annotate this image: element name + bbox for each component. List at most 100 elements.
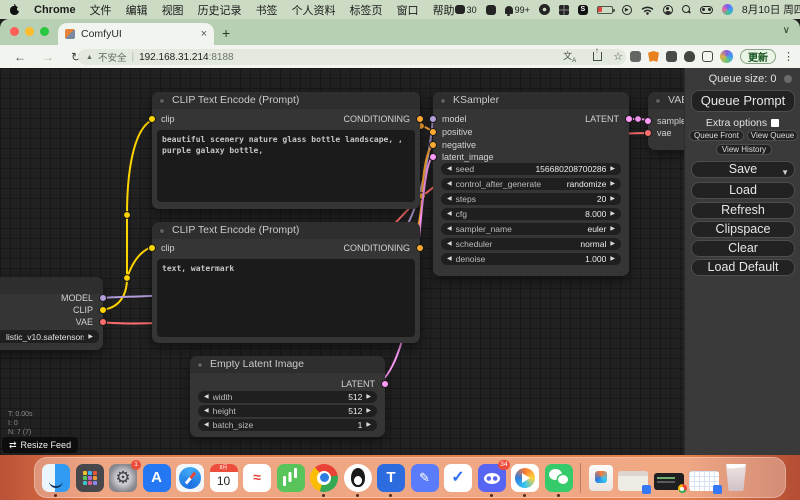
save-dropdown-arrow-icon[interactable]: ▼ xyxy=(781,165,789,180)
widget-sampler-name[interactable]: ◀ sampler_name euler ▶ xyxy=(441,223,621,235)
increment-icon[interactable]: ▶ xyxy=(366,419,371,431)
dock-stocks-app-icon[interactable] xyxy=(276,463,305,492)
share-icon[interactable] xyxy=(593,46,603,61)
spotlight-search-icon[interactable] xyxy=(681,5,691,14)
decrement-icon[interactable]: ◀ xyxy=(204,391,209,403)
screenshot-tool-icon[interactable] xyxy=(485,4,496,15)
control-center-icon[interactable] xyxy=(699,5,713,14)
view-history-button[interactable]: View History xyxy=(716,144,772,155)
widget-control-after-generate[interactable]: ◀ control_after_generate randomize ▶ xyxy=(441,178,621,190)
notification-bell-icon[interactable]: 99+ xyxy=(504,5,530,16)
decrement-icon[interactable]: ◀ xyxy=(447,223,452,235)
resize-feed-button[interactable]: ⇄ Resize Feed xyxy=(2,437,79,453)
node-title-bar[interactable]: Empty Latent Image xyxy=(190,356,385,373)
save-button[interactable]: Save ▼ xyxy=(691,161,795,178)
menu-item-tabs[interactable]: 标签页 xyxy=(350,2,383,18)
dock-system-settings-icon[interactable]: ⚙ 1 xyxy=(109,459,141,492)
decrement-icon[interactable]: ◀ xyxy=(447,163,452,175)
widget-height[interactable]: ◀ height 512 ▶ xyxy=(198,405,377,417)
widget-steps[interactable]: ◀ steps 20 ▶ xyxy=(441,193,621,205)
menu-settings-dot-icon[interactable] xyxy=(784,75,792,83)
menu-item-file[interactable]: 文件 xyxy=(90,2,112,18)
window-close-button[interactable] xyxy=(10,27,19,36)
node-empty-latent-image[interactable]: Empty Latent Image LATENT ◀ width 512 ▶ … xyxy=(190,356,389,437)
clipspace-button[interactable]: Clipspace xyxy=(691,221,795,238)
dock-minimized-spreadsheet-window[interactable] xyxy=(689,470,722,494)
s-utility-icon[interactable]: S xyxy=(577,4,588,15)
output-port-latent[interactable] xyxy=(381,380,389,388)
wifi-icon[interactable] xyxy=(641,5,654,15)
dock-safari-icon[interactable] xyxy=(176,463,204,492)
dock-finder-icon[interactable] xyxy=(42,463,70,497)
translate-icon[interactable]: 文A xyxy=(563,49,576,64)
widget-scheduler[interactable]: ◀ scheduler normal ▶ xyxy=(441,238,621,250)
decrement-icon[interactable]: ◀ xyxy=(204,405,209,417)
bookmark-star-icon[interactable]: ☆ xyxy=(613,50,623,63)
menu-item-window[interactable]: 窗口 xyxy=(397,2,419,18)
extension-icon-1[interactable] xyxy=(630,51,641,62)
widget-cfg[interactable]: ◀ cfg 8.000 ▶ xyxy=(441,208,621,220)
dock-minimized-video-window[interactable] xyxy=(588,464,613,491)
extra-options-checkbox[interactable] xyxy=(771,119,780,127)
input-port-positive[interactable] xyxy=(429,128,437,136)
widget-denoise[interactable]: ◀ denoise 1.000 ▶ xyxy=(441,253,621,265)
dock-teambition-icon[interactable]: T xyxy=(377,463,405,497)
increment-icon[interactable]: ▶ xyxy=(366,405,371,417)
node-title-bar[interactable] xyxy=(0,277,103,294)
node-load-checkpoint[interactable]: MODEL CLIP VAE listic_v10.safetensors ▶ xyxy=(0,277,107,350)
menu-item-view[interactable]: 视图 xyxy=(162,2,184,18)
output-port-model[interactable] xyxy=(99,294,107,302)
battery-icon[interactable] xyxy=(596,5,615,14)
decrement-icon[interactable]: ◀ xyxy=(447,193,452,205)
output-port-clip[interactable] xyxy=(99,306,107,314)
now-playing-icon[interactable]: ▶ xyxy=(621,4,632,15)
widget-seed[interactable]: ◀ seed 156680208700286 ▶ xyxy=(441,163,621,175)
decrement-icon[interactable]: ◀ xyxy=(447,178,452,190)
chrome-menu-kebab-icon[interactable]: ⋮ xyxy=(783,50,794,63)
window-minimize-button[interactable] xyxy=(25,27,34,36)
node-title-bar[interactable]: CLIP Text Encode (Prompt) xyxy=(152,92,420,109)
address-bar[interactable]: ▲ 不安全 | 192.168.31.214:8188 xyxy=(78,49,626,65)
dock-tasks-app-icon[interactable]: ✓ xyxy=(444,463,472,492)
dock-wechat-icon[interactable] xyxy=(544,463,573,497)
menu-item-edit[interactable]: 编辑 xyxy=(126,2,148,18)
dock-docs-app-icon[interactable]: ✎ xyxy=(410,463,439,492)
input-port-latent-image[interactable] xyxy=(429,153,437,161)
apple-icon[interactable] xyxy=(10,4,21,15)
node-clip-text-encode-2[interactable]: CLIP Text Encode (Prompt) clip CONDITION… xyxy=(148,222,424,343)
dock-qq-icon[interactable] xyxy=(343,463,372,497)
dock-chrome-icon[interactable] xyxy=(310,463,338,497)
tab-close-icon[interactable]: × xyxy=(201,29,207,40)
dock-minimized-window-light[interactable] xyxy=(618,470,651,494)
increment-icon[interactable]: ▶ xyxy=(610,238,615,250)
dock-launchpad-icon[interactable] xyxy=(75,463,104,492)
input-port-clip[interactable] xyxy=(148,244,156,252)
dock-minimized-terminal-window[interactable] xyxy=(653,473,687,493)
decrement-icon[interactable]: ◀ xyxy=(447,238,452,250)
menu-item-history[interactable]: 历史记录 xyxy=(198,2,242,18)
prompt-textarea-positive[interactable]: beautiful scenery nature glass bottle la… xyxy=(157,130,415,202)
input-method-icon[interactable] xyxy=(558,4,569,15)
load-button[interactable]: Load xyxy=(691,182,795,199)
menu-item-profiles[interactable]: 个人资料 xyxy=(292,2,336,18)
next-value-icon[interactable]: ▶ xyxy=(88,331,93,343)
widget-width[interactable]: ◀ width 512 ▶ xyxy=(198,391,377,403)
increment-icon[interactable]: ▶ xyxy=(610,223,615,235)
increment-icon[interactable]: ▶ xyxy=(366,391,371,403)
dock-app-store-icon[interactable]: A xyxy=(142,463,171,492)
menu-item-help[interactable]: 帮助 xyxy=(433,2,455,18)
node-title-bar[interactable]: CLIP Text Encode (Prompt) xyxy=(152,222,420,239)
queue-prompt-button[interactable]: Queue Prompt xyxy=(691,90,795,112)
tab-comfyui[interactable]: ComfyUI × xyxy=(58,23,214,45)
increment-icon[interactable]: ▶ xyxy=(610,208,615,220)
decrement-icon[interactable]: ◀ xyxy=(204,419,209,431)
comfyui-canvas[interactable]: MODEL CLIP VAE listic_v10.safetensors ▶ … xyxy=(0,68,800,455)
dock-tencent-video-icon[interactable] xyxy=(511,463,539,497)
metamask-extension-icon[interactable] xyxy=(648,51,659,62)
side-panel-icon[interactable] xyxy=(702,51,713,62)
ghostery-extension-icon[interactable] xyxy=(684,51,695,62)
input-port-samples[interactable] xyxy=(644,117,652,125)
input-port-clip[interactable] xyxy=(148,115,156,123)
dock-calendar-icon[interactable]: 8月 10 xyxy=(209,463,238,492)
window-zoom-button[interactable] xyxy=(40,27,49,36)
